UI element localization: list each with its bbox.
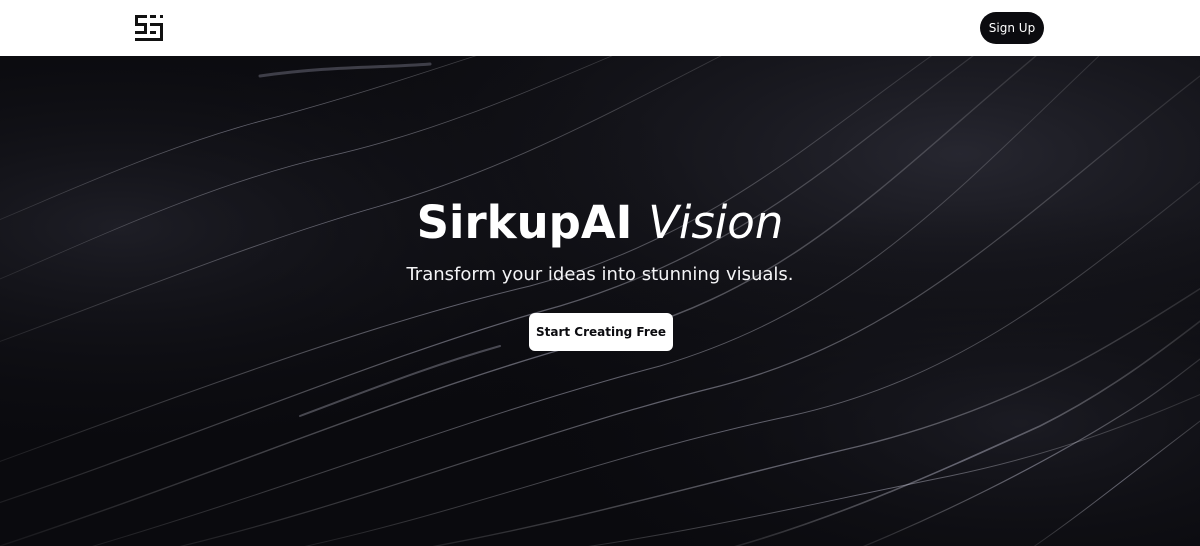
start-creating-free-button[interactable]: Start Creating Free [529,313,673,351]
top-navbar: Sign Up [0,0,1200,56]
hero-section: SirkupAI Vision Transform your ideas int… [0,56,1200,546]
sign-up-button[interactable]: Sign Up [980,12,1044,44]
hero-content: SirkupAI Vision Transform your ideas int… [0,56,1200,546]
hero-title: SirkupAI Vision [0,192,1200,254]
sirkupai-logo-icon[interactable] [134,14,164,42]
hero-title-brand: SirkupAI [416,196,633,249]
hero-subtitle: Transform your ideas into stunning visua… [406,264,794,285]
hero-title-accent: Vision [648,196,784,249]
